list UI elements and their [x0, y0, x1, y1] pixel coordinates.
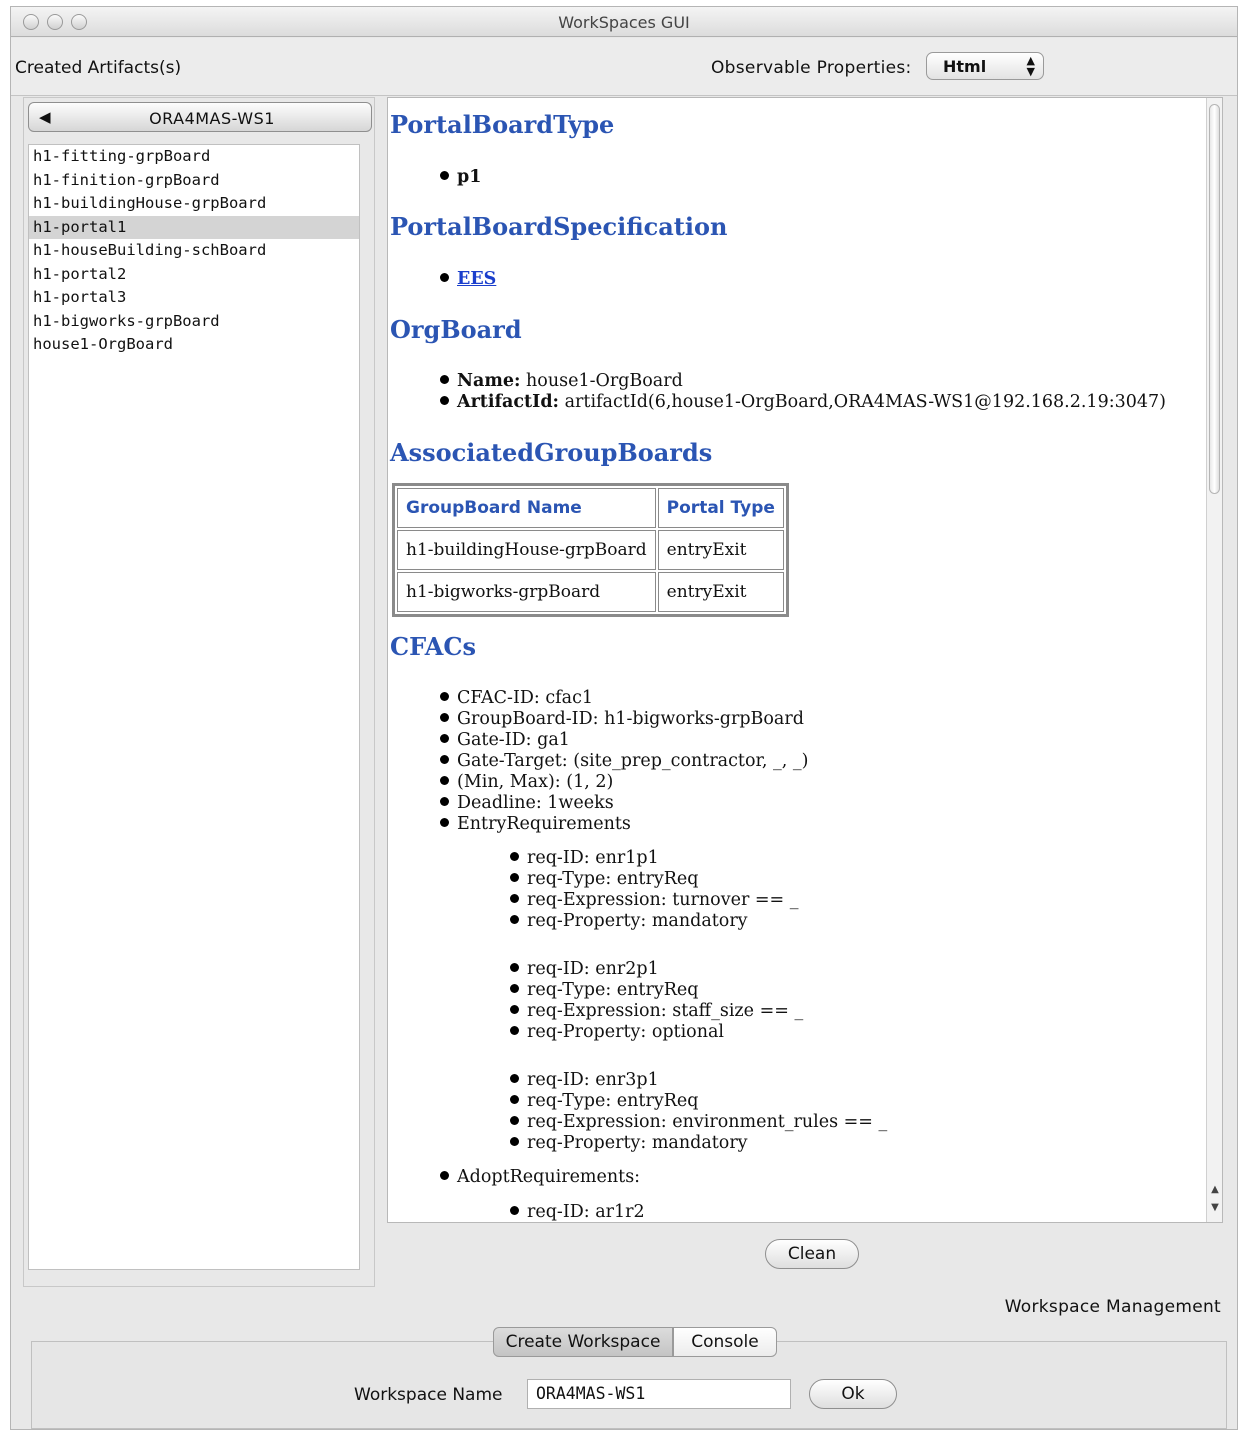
- list-item: p1: [440, 167, 481, 187]
- name-key: Name:: [457, 371, 521, 391]
- list-item: req-ID: enr3p1: [510, 1070, 659, 1090]
- list-item: EntryRequirements: [440, 814, 631, 834]
- observable-properties-label: Observable Properties:: [711, 58, 912, 78]
- workspace-name-input[interactable]: ORA4MAS-WS1: [527, 1379, 791, 1409]
- select-arrows-icon: ▲ ▼: [1026, 54, 1035, 78]
- list-item: GroupBoard-ID: h1-bigworks-grpBoard: [440, 709, 804, 729]
- org-board-heading: OrgBoard: [390, 315, 522, 344]
- workspace-name-label: Workspace Name: [354, 1385, 503, 1405]
- clean-button[interactable]: Clean: [765, 1239, 859, 1269]
- portal-board-spec-heading: PortalBoardSpecification: [390, 212, 728, 241]
- artifact-list-item[interactable]: h1-buildingHouse-grpBoard: [29, 192, 359, 216]
- artifact-id-value: artifactId(6,house1-OrgBoard,ORA4MAS-WS1…: [564, 392, 1166, 412]
- table-row: h1-buildingHouse-grpBoard entryExit: [397, 530, 784, 570]
- list-item: req-ID: enr1p1: [510, 848, 659, 868]
- list-item: Gate-ID: ga1: [440, 730, 570, 750]
- title-bar: WorkSpaces GUI: [11, 7, 1237, 37]
- workspace-management-label: Workspace Management: [1004, 1297, 1221, 1317]
- table-cell: h1-buildingHouse-grpBoard: [397, 530, 656, 570]
- column-header: Portal Type: [657, 488, 784, 528]
- table-cell: h1-bigworks-grpBoard: [397, 572, 656, 612]
- scrollbar-thumb[interactable]: [1209, 104, 1220, 494]
- back-arrow-icon: ◀: [39, 108, 51, 126]
- list-item: req-Expression: staff_size == _: [510, 1001, 803, 1021]
- list-item: req-Property: mandatory: [510, 911, 748, 931]
- format-select[interactable]: Html ▲ ▼: [926, 52, 1044, 80]
- vertical-scrollbar[interactable]: ▲ ▼: [1206, 98, 1222, 1222]
- ees-link[interactable]: EES: [457, 269, 496, 289]
- scroll-up-icon[interactable]: ▲: [1209, 1184, 1221, 1200]
- tab-console[interactable]: Console: [673, 1327, 777, 1357]
- list-item: AdoptRequirements:: [440, 1167, 640, 1187]
- list-item: Gate-Target: (site_prep_contractor, _, _…: [440, 751, 809, 771]
- list-item: req-Expression: environment_rules == _: [510, 1112, 887, 1132]
- artifact-id-key: ArtifactId:: [457, 392, 560, 412]
- cfacs-heading: CFACs: [390, 632, 476, 661]
- list-item: CFAC-ID: cfac1: [440, 688, 593, 708]
- artifact-list-item[interactable]: h1-fitting-grpBoard: [29, 145, 359, 169]
- window-title: WorkSpaces GUI: [558, 13, 690, 32]
- format-select-value: Html: [943, 57, 987, 76]
- portal-board-type-heading: PortalBoardType: [390, 110, 615, 139]
- artifacts-panel: ◀ ORA4MAS-WS1 h1-fitting-grpBoard h1-fini…: [23, 97, 375, 1287]
- artifact-list-item[interactable]: h1-houseBuilding-schBoard: [29, 239, 359, 263]
- table-header-row: GroupBoard Name Portal Type: [397, 488, 784, 528]
- artifact-list-item[interactable]: h1-portal1: [29, 215, 359, 239]
- table-cell: entryExit: [657, 530, 784, 570]
- list-item: req-Property: mandatory: [510, 1133, 748, 1153]
- list-item: req-ID: enr2p1: [510, 959, 659, 979]
- app-window: WorkSpaces GUI Created Artifacts(s) Obse…: [10, 6, 1238, 1430]
- artifact-list-item[interactable]: h1-bigworks-grpBoard: [29, 310, 359, 334]
- properties-content: PortalBoardType p1 PortalBoardSpecificat…: [388, 98, 1208, 1222]
- name-value: house1-OrgBoard: [526, 371, 683, 391]
- associated-group-boards-heading: AssociatedGroupBoards: [390, 438, 713, 467]
- list-item: req-Type: entryReq: [510, 980, 698, 1000]
- table-cell: entryExit: [657, 572, 784, 612]
- portal-board-type-value: p1: [457, 167, 482, 187]
- artifact-list-item[interactable]: h1-finition-grpBoard: [29, 169, 359, 193]
- list-item: (Min, Max): (1, 2): [440, 772, 613, 792]
- artifact-list-item[interactable]: h1-portal2: [29, 263, 359, 287]
- toolbar: Created Artifacts(s) Observable Properti…: [11, 38, 1237, 96]
- list-item: req-Type: entryReq: [510, 869, 698, 889]
- list-item: req-Expression: turnover == _: [510, 890, 799, 910]
- properties-view: PortalBoardType p1 PortalBoardSpecificat…: [387, 97, 1223, 1223]
- artifact-list-item[interactable]: house1-OrgBoard: [29, 333, 359, 357]
- created-artifacts-label: Created Artifacts(s): [15, 58, 182, 78]
- table-row: h1-bigworks-grpBoard entryExit: [397, 572, 784, 612]
- scroll-down-icon[interactable]: ▼: [1209, 1202, 1221, 1218]
- list-item: ArtifactId: artifactId(6,house1-OrgBoard…: [440, 392, 1166, 412]
- list-item: EES: [440, 269, 496, 289]
- workspace-selector-button[interactable]: ◀ ORA4MAS-WS1: [28, 102, 372, 132]
- list-item: req-Property: optional: [510, 1022, 724, 1042]
- list-item: Name: house1-OrgBoard: [440, 371, 683, 391]
- list-item: Deadline: 1weeks: [440, 793, 614, 813]
- artifact-list: h1-fitting-grpBoard h1-finition-grpBoard h…: [28, 144, 360, 1270]
- tab-create-workspace[interactable]: Create Workspace: [493, 1327, 673, 1357]
- list-item: req-ID: ar1r2: [510, 1202, 645, 1222]
- group-boards-table: GroupBoard Name Portal Type h1-buildingH…: [392, 483, 789, 617]
- workspace-selector-label: ORA4MAS-WS1: [149, 109, 275, 128]
- artifact-list-item[interactable]: h1-portal3: [29, 286, 359, 310]
- list-item: req-Type: entryReq: [510, 1091, 698, 1111]
- ok-button[interactable]: Ok: [809, 1379, 897, 1409]
- column-header: GroupBoard Name: [397, 488, 656, 528]
